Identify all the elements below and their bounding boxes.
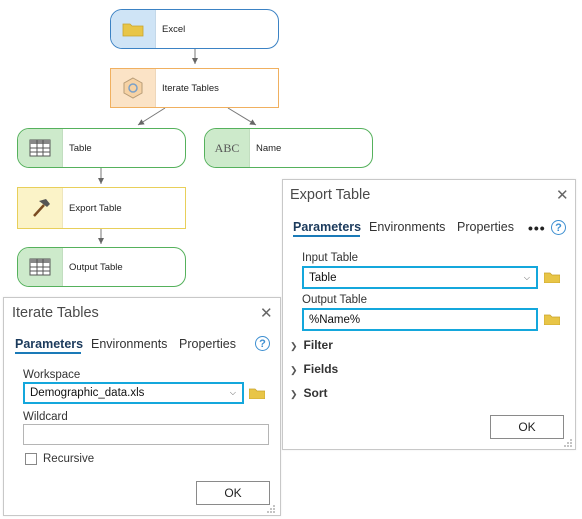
output-table-input[interactable]: %Name% (302, 308, 538, 331)
wildcard-input[interactable] (23, 424, 269, 445)
workspace-label: Workspace (23, 369, 81, 381)
ok-button[interactable]: OK (490, 415, 564, 439)
node-label: Name (256, 142, 282, 154)
recursive-label: Recursive (43, 453, 95, 465)
input-table-select[interactable]: Table ⌵ (302, 266, 538, 289)
browse-folder-icon[interactable] (249, 387, 265, 399)
recursive-checkbox[interactable] (25, 453, 37, 465)
connector-iterate-name (227, 107, 257, 126)
chevron-right-icon: ❯ (290, 365, 298, 375)
help-icon[interactable]: ? (255, 336, 270, 351)
input-table-label: Input Table (302, 252, 359, 264)
more-options-icon[interactable]: ••• (528, 220, 546, 236)
tab-parameters[interactable]: Parameters (293, 220, 361, 234)
table-icon (18, 129, 63, 167)
node-excel[interactable]: Excel (110, 9, 279, 49)
iterate-tables-dialog: Iterate Tables ✕ Parameters Environments… (3, 297, 281, 516)
resize-grip-icon[interactable] (564, 438, 573, 447)
workspace-select[interactable]: Demographic_data.xls ⌵ (23, 382, 244, 404)
browse-folder-icon[interactable] (544, 313, 560, 325)
tab-properties[interactable]: Properties (457, 220, 514, 234)
browse-folder-icon[interactable] (544, 271, 560, 283)
dialog-title: Export Table (290, 187, 371, 203)
node-label: Export Table (69, 202, 122, 214)
wildcard-label: Wildcard (23, 411, 68, 423)
close-icon[interactable]: ✕ (260, 306, 273, 321)
section-filter[interactable]: ❯ Filter (290, 338, 333, 352)
node-export-table[interactable]: Export Table (17, 187, 186, 229)
folder-icon (111, 10, 156, 48)
close-icon[interactable]: ✕ (556, 188, 569, 203)
section-sort[interactable]: ❯ Sort (290, 386, 328, 400)
abc-text-icon: ABC (205, 129, 250, 167)
tab-properties[interactable]: Properties (179, 337, 236, 351)
table-icon (18, 248, 63, 286)
section-label: Sort (303, 386, 328, 400)
chevron-right-icon: ❯ (290, 341, 298, 351)
node-output-table[interactable]: Output Table (17, 247, 186, 287)
export-table-dialog: Export Table ✕ Parameters Environments P… (282, 179, 576, 450)
tab-environments[interactable]: Environments (91, 337, 167, 351)
output-table-label: Output Table (302, 294, 368, 306)
connector-iterate-table (137, 107, 166, 126)
resize-grip-icon[interactable] (267, 504, 276, 513)
node-label: Excel (162, 23, 186, 35)
node-table[interactable]: Table (17, 128, 186, 168)
dialog-title: Iterate Tables (12, 305, 99, 321)
ok-button[interactable]: OK (196, 481, 270, 505)
chevron-down-icon[interactable]: ⌵ (230, 388, 236, 398)
section-label: Fields (303, 362, 339, 376)
input-table-value: Table (309, 271, 337, 284)
chevron-down-icon[interactable]: ⌵ (524, 273, 530, 283)
node-iterate-tables[interactable]: Iterate Tables (110, 68, 279, 108)
active-tab-indicator (293, 235, 360, 237)
output-table-value: %Name% (309, 313, 361, 326)
tab-parameters[interactable]: Parameters (15, 337, 83, 351)
chevron-right-icon: ❯ (290, 389, 298, 399)
section-fields[interactable]: ❯ Fields (290, 362, 338, 376)
node-label: Output Table (69, 261, 123, 273)
section-label: Filter (303, 338, 333, 352)
iterate-tool-icon (111, 69, 156, 107)
workspace-value: Demographic_data.xls (30, 387, 145, 399)
node-label: Table (69, 142, 92, 154)
node-label: Iterate Tables (162, 82, 219, 94)
active-tab-indicator (15, 352, 81, 354)
help-icon[interactable]: ? (551, 220, 566, 235)
node-name[interactable]: ABC Name (204, 128, 373, 168)
tab-environments[interactable]: Environments (369, 220, 445, 234)
hammer-tool-icon (18, 188, 63, 228)
